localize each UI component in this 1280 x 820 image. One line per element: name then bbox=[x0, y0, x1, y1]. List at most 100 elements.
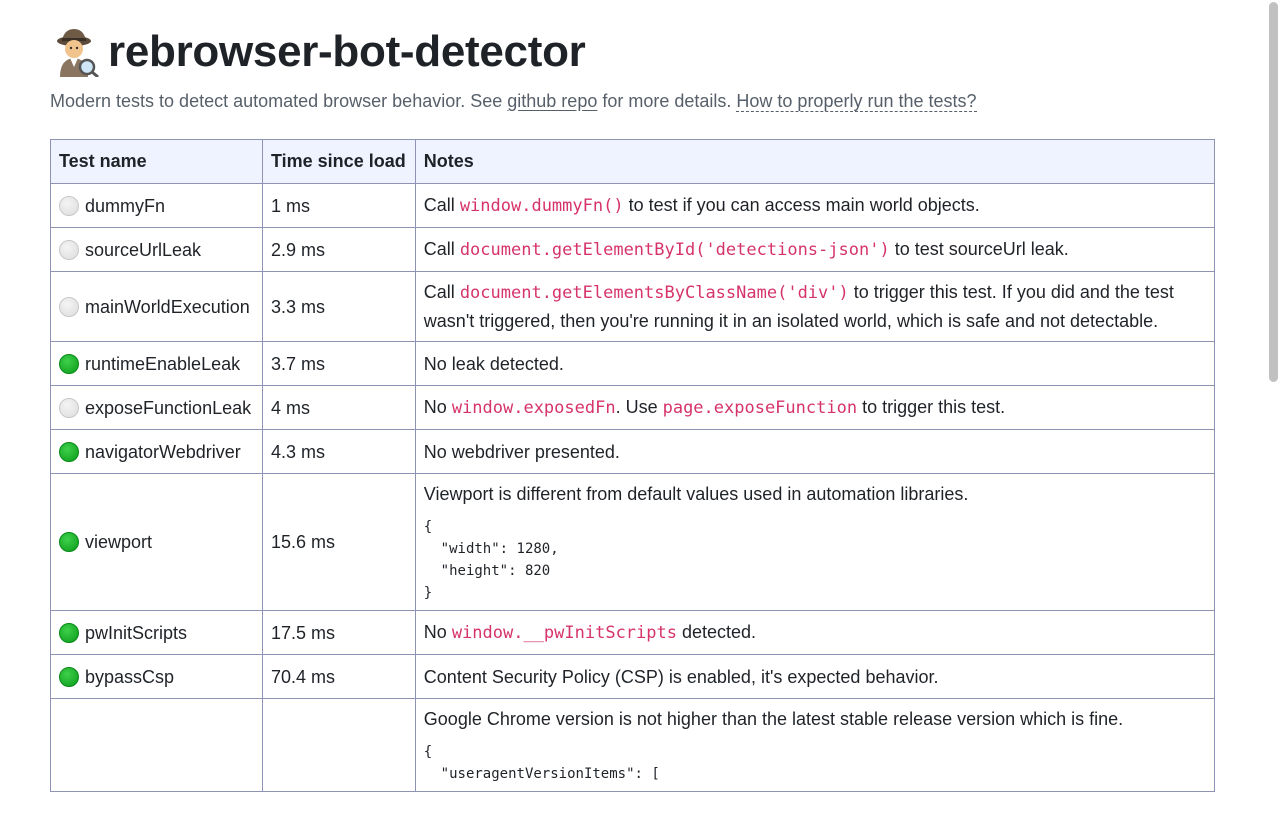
table-row: dummyFn 1 ms Call window.dummyFn() to test… bbox=[50, 183, 1216, 228]
notes-cell: Content Security Policy (CSP) is enabled… bbox=[414, 654, 1216, 699]
notes-cell: Call window.dummyFn() to test if you can… bbox=[414, 183, 1216, 228]
status-passed-icon bbox=[59, 532, 79, 552]
detective-icon bbox=[57, 29, 99, 77]
title-text: rebrowser-bot-detector bbox=[108, 27, 586, 76]
subtitle: Modern tests to detect automated browser… bbox=[50, 89, 977, 113]
notes-cell: No window.__pwInitScripts detected. bbox=[414, 610, 1216, 655]
notes-text: No window.__pwInitScripts detected. bbox=[424, 618, 1206, 647]
how-to-run-tests-link[interactable]: How to properly run the tests? bbox=[736, 91, 977, 112]
table-row: viewport 15.6 ms Viewport is different fro… bbox=[50, 473, 1216, 611]
code-snippet: window.exposedFn bbox=[451, 398, 616, 418]
time-since-load: 15.6 ms bbox=[261, 473, 416, 611]
notes-segment: No bbox=[423, 622, 452, 642]
notes-cell: Google Chrome version is not higher than… bbox=[414, 698, 1216, 792]
detections-table: Test name Time since load Notes dummyFn 1… bbox=[50, 139, 1216, 792]
notes-text: Call window.dummyFn() to test if you can… bbox=[424, 191, 1206, 220]
notes-segment: Viewport is different from default value… bbox=[423, 484, 969, 504]
table-row: mainWorldExecution 3.3 ms Call document.ge… bbox=[50, 271, 1216, 342]
notes-segment: No leak detected. bbox=[423, 353, 564, 374]
notes-text: No window.exposedFn. Use page.exposeFunc… bbox=[424, 393, 1206, 422]
notes-segment: No webdriver presented. bbox=[423, 441, 620, 462]
notes-segment: to trigger this test. bbox=[857, 397, 1006, 417]
code-snippet: window.dummyFn() bbox=[459, 196, 624, 216]
code-snippet: window.__pwInitScripts bbox=[451, 623, 677, 643]
notes-text: Call document.getElementById('detections… bbox=[424, 235, 1206, 264]
test-name-cell: viewport bbox=[50, 473, 263, 611]
notes-text: Viewport is different from default value… bbox=[424, 480, 1206, 508]
test-name: exposeFunctionLeak bbox=[85, 397, 252, 418]
column-header-test-name: Test name bbox=[50, 139, 263, 184]
notes-text: No webdriver presented. bbox=[424, 438, 1206, 466]
table-row: Google Chrome version is not higher than… bbox=[50, 698, 1216, 792]
time-since-load: 4 ms bbox=[261, 385, 416, 430]
notes-cell: Viewport is different from default value… bbox=[414, 473, 1216, 611]
test-name: mainWorldExecution bbox=[85, 296, 250, 317]
notes-segment: detected. bbox=[676, 622, 757, 642]
notes-text: Call document.getElementsByClassName('di… bbox=[424, 278, 1206, 335]
test-name-cell: mainWorldExecution bbox=[50, 271, 263, 342]
code-snippet: document.getElementById('detections-json… bbox=[459, 240, 890, 260]
notes-cell: No window.exposedFn. Use page.exposeFunc… bbox=[414, 385, 1216, 430]
time-since-load bbox=[261, 698, 416, 792]
time-since-load: 1 ms bbox=[261, 183, 416, 228]
table-header-row: Test name Time since load Notes bbox=[50, 139, 1216, 184]
table-row: navigatorWebdriver 4.3 ms No webdriver pre… bbox=[50, 429, 1216, 474]
status-passed-icon bbox=[59, 666, 79, 687]
notes-cell: No leak detected. bbox=[414, 341, 1216, 386]
test-name-cell: pwInitScripts bbox=[50, 610, 263, 655]
subtitle-text-middle: for more details. bbox=[597, 91, 737, 111]
subtitle-text: Modern tests to detect automated browser… bbox=[50, 91, 508, 111]
test-name: runtimeEnableLeak bbox=[85, 353, 241, 374]
github-repo-link[interactable]: github repo bbox=[507, 91, 597, 111]
test-name: pwInitScripts bbox=[85, 622, 188, 643]
test-name: bypassCsp bbox=[85, 666, 175, 687]
notes-segment: Call bbox=[423, 239, 460, 259]
test-name: navigatorWebdriver bbox=[85, 441, 241, 462]
time-since-load: 3.3 ms bbox=[261, 271, 416, 342]
test-name-cell: runtimeEnableLeak bbox=[50, 341, 263, 386]
test-name-cell: dummyFn bbox=[50, 183, 263, 228]
notes-text: Content Security Policy (CSP) is enabled… bbox=[424, 663, 1206, 691]
notes-segment: Content Security Policy (CSP) is enabled… bbox=[423, 666, 939, 687]
test-name-cell: navigatorWebdriver bbox=[50, 429, 263, 474]
notes-segment: Call bbox=[423, 195, 460, 215]
test-name: sourceUrlLeak bbox=[85, 239, 202, 260]
notes-segment: to test if you can access main world obj… bbox=[623, 195, 980, 215]
code-snippet: page.exposeFunction bbox=[662, 398, 858, 418]
table-row: bypassCsp 70.4 ms Content Security Policy … bbox=[50, 654, 1216, 699]
status-passed-icon bbox=[59, 353, 79, 374]
notes-segment: . Use bbox=[615, 397, 663, 417]
notes-cell: Call document.getElementsByClassName('di… bbox=[414, 271, 1216, 342]
test-name-cell: sourceUrlLeak bbox=[50, 227, 263, 272]
status-passed-icon bbox=[59, 441, 79, 462]
time-since-load: 17.5 ms bbox=[261, 610, 416, 655]
details-json: { "useragentVersionItems": [ bbox=[423, 744, 660, 782]
column-header-time: Time since load bbox=[261, 139, 416, 184]
notes-segment: Call bbox=[423, 282, 460, 302]
table-row: runtimeEnableLeak 3.7 ms No leak detected. bbox=[50, 341, 1216, 386]
notes-segment: Google Chrome version is not higher than… bbox=[423, 709, 1124, 729]
test-name: dummyFn bbox=[85, 195, 166, 216]
status-neutral-icon bbox=[59, 195, 79, 216]
status-passed-icon bbox=[59, 622, 79, 643]
notes-text: No leak detected. bbox=[424, 350, 1206, 378]
test-name-cell: bypassCsp bbox=[50, 654, 263, 699]
test-name-cell: exposeFunctionLeak bbox=[50, 385, 263, 430]
notes-cell: Call document.getElementById('detections… bbox=[414, 227, 1216, 272]
time-since-load: 4.3 ms bbox=[261, 429, 416, 474]
details-json: { "width": 1280, "height": 820 } bbox=[423, 519, 559, 601]
time-since-load: 70.4 ms bbox=[261, 654, 416, 699]
notes-segment: No bbox=[423, 397, 452, 417]
time-since-load: 3.7 ms bbox=[261, 341, 416, 386]
scrollbar[interactable] bbox=[1269, 2, 1278, 382]
table-row: pwInitScripts 17.5 ms No window.__pwInitSc… bbox=[50, 610, 1216, 655]
test-name: viewport bbox=[85, 532, 153, 552]
column-header-notes: Notes bbox=[414, 139, 1216, 184]
table-row: sourceUrlLeak 2.9 ms Call document.getElem… bbox=[50, 227, 1216, 272]
notes-text: Google Chrome version is not higher than… bbox=[424, 705, 1206, 733]
code-snippet: document.getElementsByClassName('div') bbox=[459, 283, 849, 303]
status-neutral-icon bbox=[59, 239, 79, 260]
table-row: exposeFunctionLeak 4 ms No window.exposedF… bbox=[50, 385, 1216, 430]
time-since-load: 2.9 ms bbox=[261, 227, 416, 272]
notes-cell: No webdriver presented. bbox=[414, 429, 1216, 474]
